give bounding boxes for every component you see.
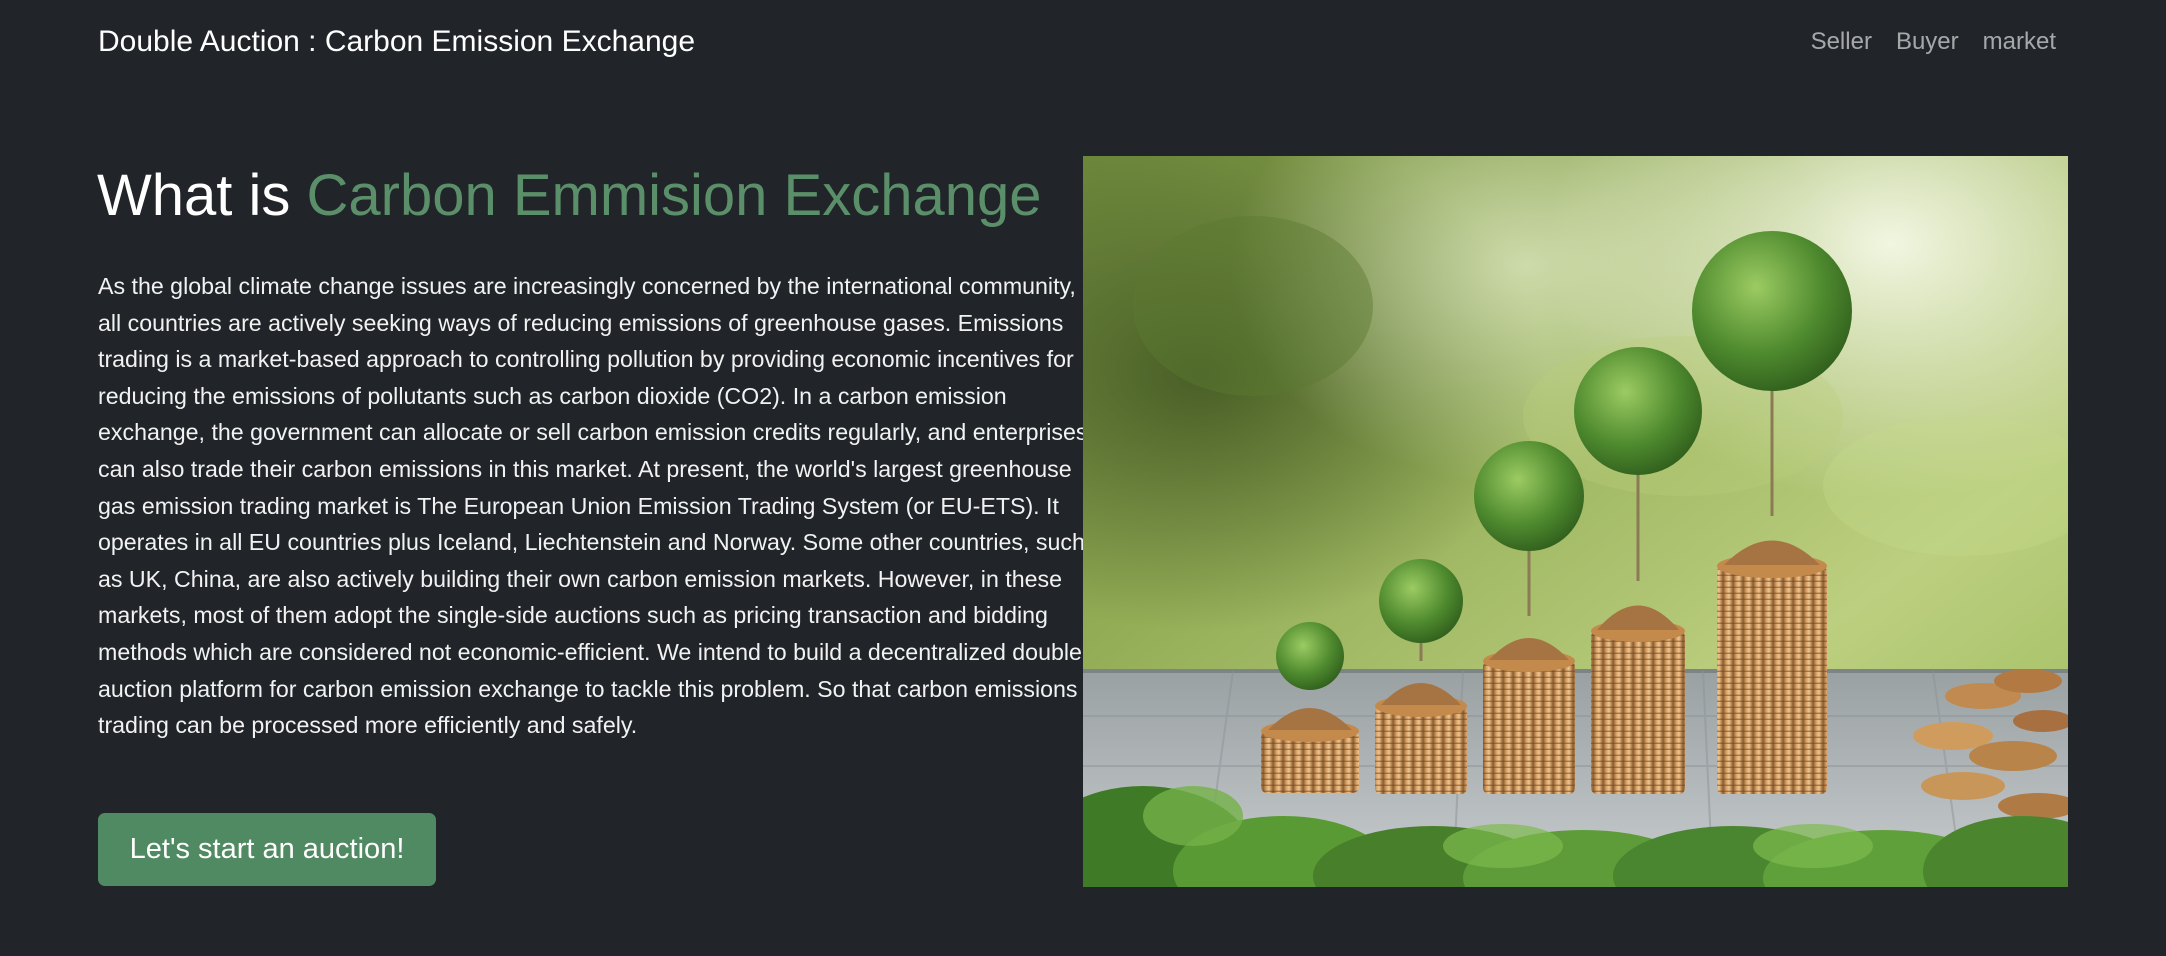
hero-description: As the global climate change issues are … (98, 273, 1088, 739)
navbar: Double Auction : Carbon Emission Exchang… (0, 0, 2166, 86)
coin-trees-illustration (1083, 156, 2068, 887)
hero-image (1083, 156, 2068, 887)
navbar-brand[interactable]: Double Auction : Carbon Emission Exchang… (98, 22, 695, 62)
start-auction-button[interactable]: Let's start an auction! (98, 813, 436, 886)
hero-title-prefix: What is (97, 163, 291, 228)
nav-links: Seller Buyer market (1811, 24, 2056, 60)
nav-link-buyer[interactable]: Buyer (1896, 24, 1959, 60)
hero-title: What is Carbon Emmision Exchange (97, 158, 1042, 234)
hero-title-accent: Carbon Emmision Exchange (306, 163, 1042, 228)
nav-link-market[interactable]: market (1983, 24, 2056, 60)
nav-link-seller[interactable]: Seller (1811, 24, 1872, 60)
